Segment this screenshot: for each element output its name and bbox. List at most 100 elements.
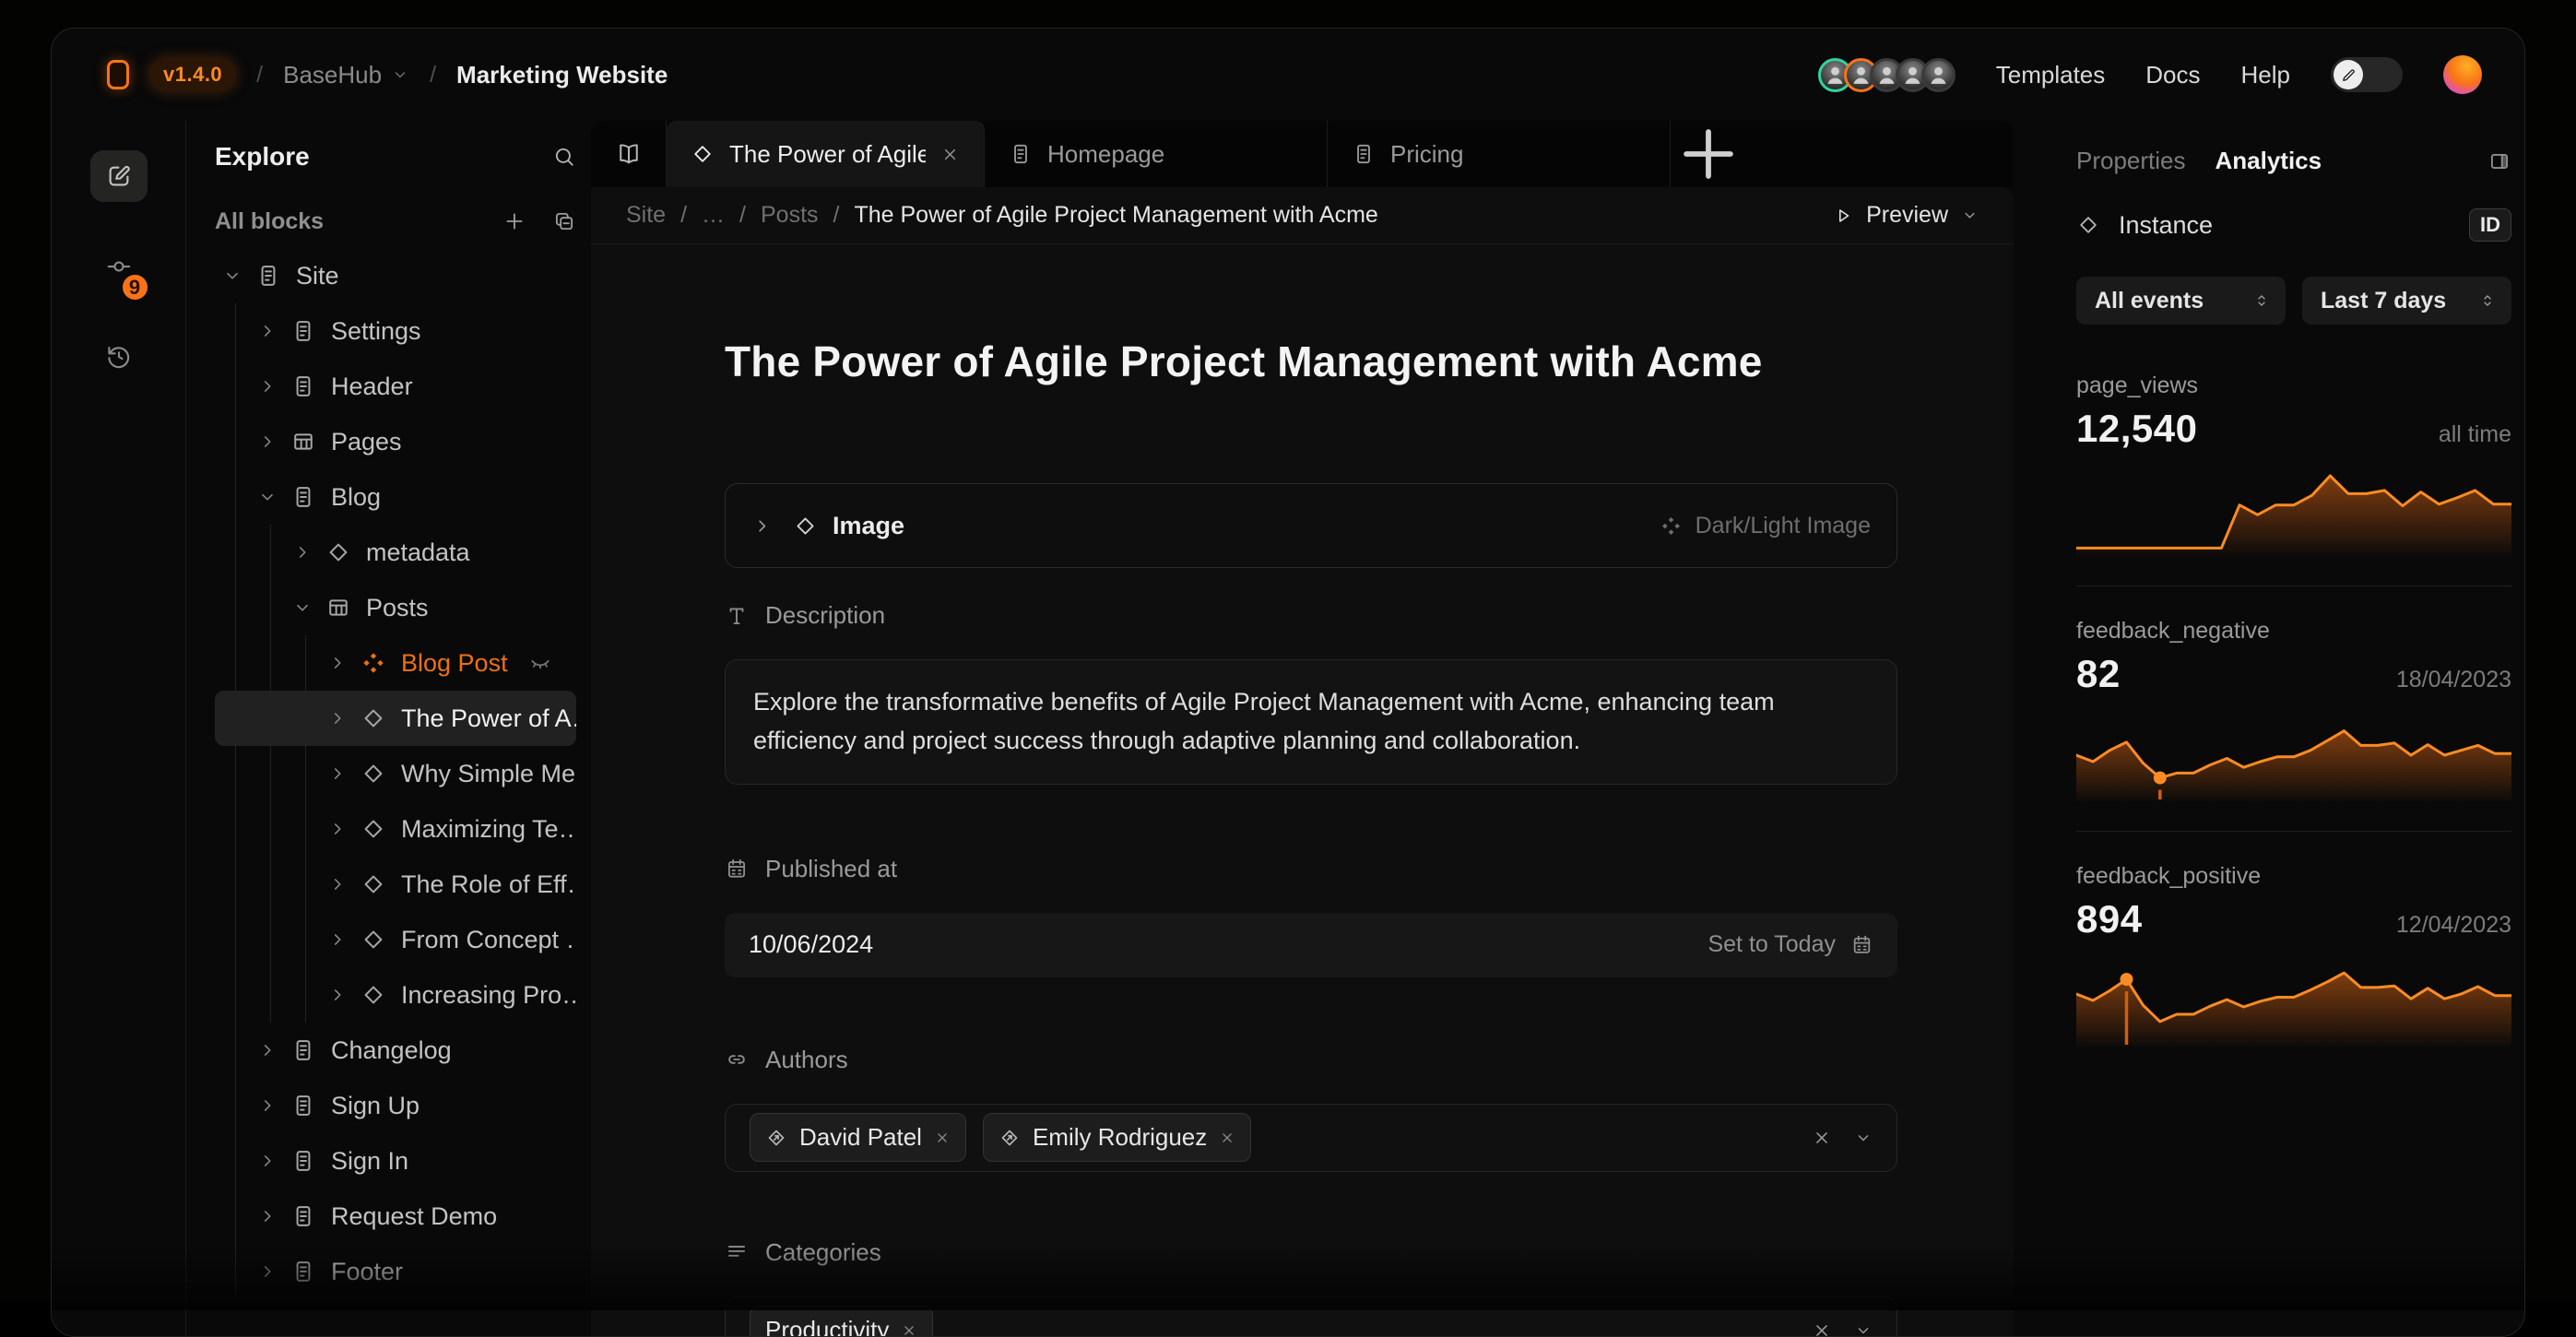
clear-field-icon[interactable] [1812, 1128, 1832, 1148]
tab-reader[interactable] [591, 121, 667, 187]
user-avatar[interactable] [2443, 55, 2482, 94]
panel-toggle-icon[interactable] [2487, 149, 2511, 173]
tag-emily-rodriguez[interactable]: Emily Rodriguez [983, 1113, 1251, 1162]
inspector-tab-analytics[interactable]: Analytics [2216, 147, 2322, 175]
version-badge[interactable]: v1.4.0 [149, 58, 236, 91]
tree-item-maximizing-te-[interactable]: Maximizing Te… [215, 801, 576, 857]
chevron-right-icon[interactable] [751, 515, 773, 537]
edit-mode-toggle[interactable] [2331, 57, 2403, 92]
tree-guide [235, 1189, 236, 1244]
breadcrumb-item[interactable]: Site [626, 202, 666, 229]
tag-david-patel[interactable]: David Patel [750, 1113, 966, 1162]
events-select[interactable]: All events [2076, 277, 2286, 325]
play-icon [1833, 206, 1853, 226]
tree-item-pages[interactable]: Pages [215, 414, 576, 469]
tree-guide [305, 746, 306, 801]
metric-name: page_views [2076, 373, 2511, 399]
diamond-icon [691, 142, 715, 166]
tag-label: Productivity [765, 1316, 889, 1337]
left-rail: 9 [52, 121, 186, 1336]
doc-icon [290, 1259, 316, 1284]
breadcrumb-item[interactable]: … [702, 202, 725, 229]
inspector-tab-properties[interactable]: Properties [2076, 147, 2186, 175]
published-date-field[interactable]: 10/06/2024 Set to Today [725, 913, 1897, 977]
breadcrumb-item[interactable]: Posts [761, 202, 819, 229]
tree-item-settings[interactable]: Settings [215, 303, 576, 359]
org-menu[interactable]: BaseHub [283, 61, 409, 89]
tree-item-blog-post[interactable]: Blog Post [215, 635, 576, 691]
tree-item-increasing-pro-[interactable]: Increasing Pro… [215, 967, 576, 1023]
new-tab-button[interactable] [1671, 121, 1746, 187]
nav-item-docs[interactable]: Docs [2145, 61, 2200, 89]
doc-icon [1009, 142, 1033, 166]
editor-panel: Site/…/Posts/The Power of Agile Project … [591, 187, 2014, 1337]
page-title[interactable]: The Power of Agile Project Management wi… [725, 337, 1897, 386]
tree-item-metadata[interactable]: metadata [215, 525, 576, 580]
field-controls [1812, 1128, 1873, 1148]
tree-item-site[interactable]: Site [215, 248, 576, 303]
book-icon [616, 141, 642, 167]
tree-item-posts[interactable]: Posts [215, 580, 576, 635]
tab-homepage[interactable]: Homepage [985, 121, 1328, 187]
all-blocks-label[interactable]: All blocks [215, 208, 324, 235]
tree-item-the-role-of-eff-[interactable]: The Role of Eff… [215, 857, 576, 912]
inspector-tabs: Properties Analytics [2076, 147, 2511, 175]
daterange-select[interactable]: Last 7 days [2302, 277, 2511, 325]
tree-guide [270, 801, 271, 857]
chevron-down-icon[interactable] [1854, 1129, 1873, 1147]
metric-name: feedback_positive [2076, 863, 2511, 890]
tree-item-sign-up[interactable]: Sign Up [215, 1078, 576, 1133]
instance-row[interactable]: Instance ID [2076, 208, 2511, 242]
image-block[interactable]: Image Dark/Light Image [725, 483, 1897, 568]
diamond-icon [360, 705, 386, 731]
tree-item-the-power-of-a-[interactable]: The Power of A… [215, 691, 576, 746]
collaborator-avatars [1818, 58, 1956, 92]
tree-guide [235, 746, 236, 801]
breadcrumb-separator: / [833, 202, 840, 229]
topbar-nav: Templates Docs Help [1996, 61, 2290, 89]
chevron-right-icon [257, 432, 278, 452]
duplicate-icon[interactable] [552, 209, 576, 233]
commit-count-badge: 9 [119, 271, 151, 303]
metric-period: 12/04/2023 [2396, 912, 2511, 939]
doc-icon [290, 484, 316, 510]
set-to-today-button[interactable]: Set to Today [1707, 931, 1873, 958]
add-block-icon[interactable] [502, 209, 526, 233]
tree-item-changelog[interactable]: Changelog [215, 1023, 576, 1078]
search-icon[interactable] [552, 145, 576, 169]
tag-productivity[interactable]: Productivity [750, 1306, 933, 1337]
description-field[interactable]: Explore the transformative benefits of A… [725, 659, 1897, 785]
basehub-logo[interactable] [107, 60, 129, 89]
categories-field[interactable]: Productivity [725, 1296, 1897, 1337]
history-icon[interactable] [90, 331, 148, 383]
tree-item-label: Why Simple Me… [401, 760, 576, 788]
avatar[interactable] [1921, 58, 1956, 92]
authors-field[interactable]: David Patel Emily Rodriguez [725, 1104, 1897, 1172]
tab-the-power-of-agile-[interactable]: The Power of Agile… [667, 121, 985, 187]
tree-item-footer[interactable]: Footer [215, 1244, 576, 1299]
preview-button[interactable]: Preview [1833, 202, 1979, 229]
tree-item-blog[interactable]: Blog [215, 469, 576, 525]
tree-item-why-simple-me-[interactable]: Why Simple Me… [215, 746, 576, 801]
tree-guide [235, 857, 236, 912]
tree-item-sign-in[interactable]: Sign In [215, 1133, 576, 1189]
tree-guide [235, 691, 236, 746]
tree-item-header[interactable]: Header [215, 359, 576, 414]
tree-item-label: Pages [331, 428, 402, 456]
tree-item-request-demo[interactable]: Request Demo [215, 1189, 576, 1244]
chevron-down-icon[interactable] [1854, 1321, 1873, 1337]
reference-icon [998, 1127, 1021, 1149]
edit-icon[interactable] [90, 150, 148, 202]
nav-item-templates[interactable]: Templates [1996, 61, 2106, 89]
tab-pricing[interactable]: Pricing [1328, 121, 1671, 187]
categories-label: Categories [725, 1238, 1897, 1267]
explore-sidebar: Explore All blocks SiteSettingsHeaderPag… [187, 121, 591, 1336]
commits-icon[interactable]: 9 [90, 241, 148, 292]
breadcrumb: Site/…/Posts/The Power of Agile Project … [591, 187, 2014, 244]
id-badge[interactable]: ID [2469, 208, 2511, 242]
authors-label: Authors [725, 1046, 1897, 1074]
tree-item-from-concept-[interactable]: From Concept … [215, 912, 576, 967]
nav-item-help[interactable]: Help [2241, 61, 2290, 89]
clear-field-icon[interactable] [1812, 1320, 1832, 1337]
project-name[interactable]: Marketing Website [456, 61, 668, 89]
